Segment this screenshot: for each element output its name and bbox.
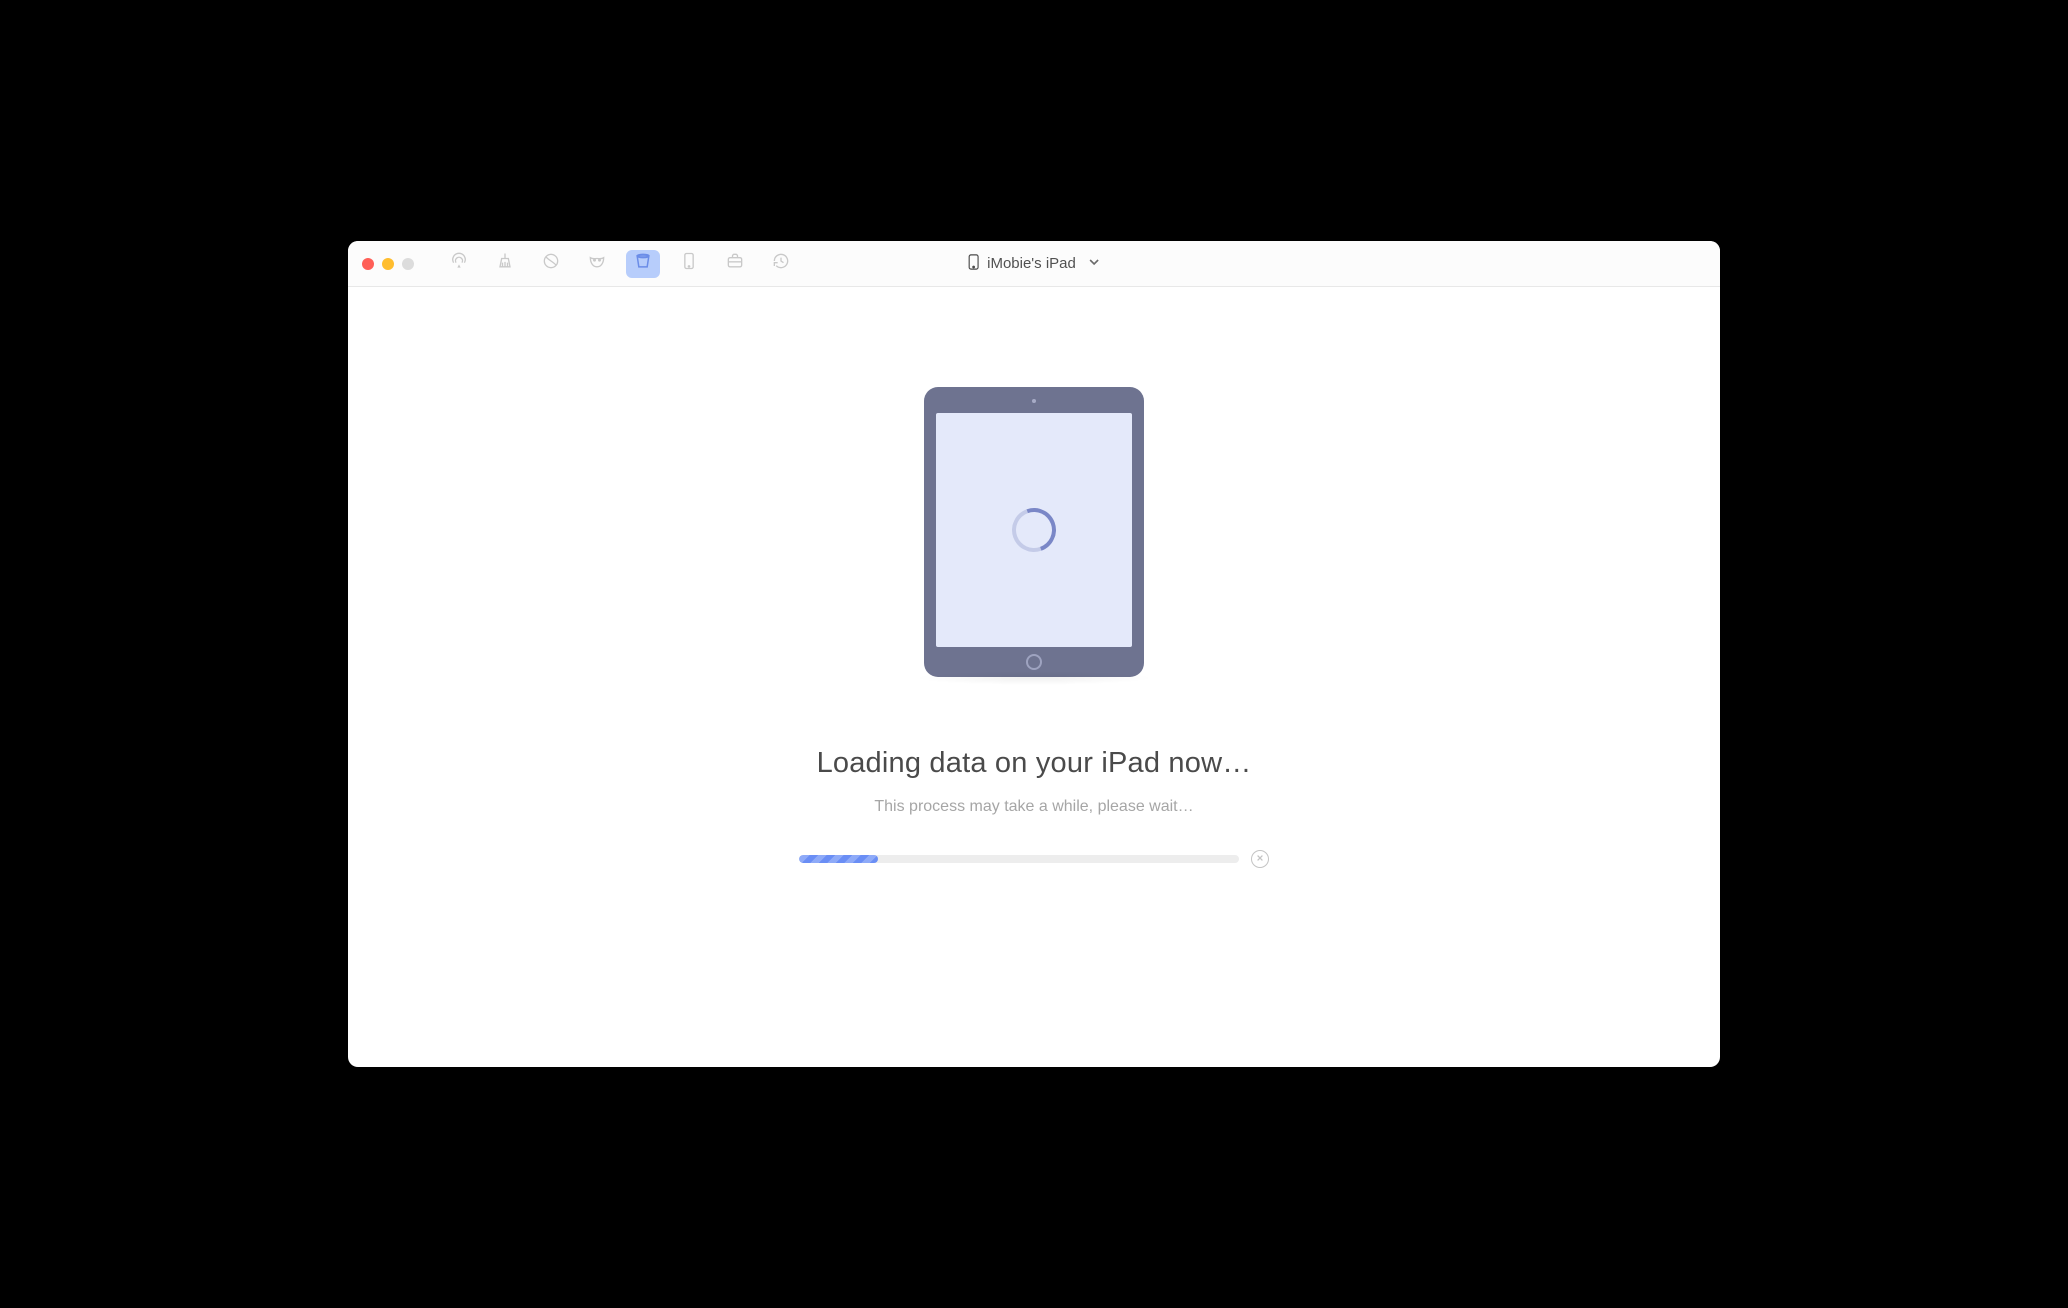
loading-title: Loading data on your iPad now…: [817, 747, 1252, 780]
progress-fill: [799, 855, 878, 863]
toolbar-privacy-button[interactable]: [580, 250, 614, 278]
toolbar-clean-button[interactable]: [488, 250, 522, 278]
toolbar: iMobie's iPad: [348, 241, 1720, 287]
chevron-down-icon: [1084, 255, 1100, 272]
window-controls: [362, 258, 414, 270]
ipad-illustration: [924, 387, 1144, 677]
tablet-icon: [679, 251, 699, 276]
briefcase-icon: [725, 251, 745, 276]
cancel-button[interactable]: [1251, 850, 1269, 868]
window-minimize-button[interactable]: [382, 258, 394, 270]
bucket-icon: [633, 251, 653, 276]
toolbar-globe-button[interactable]: [534, 250, 568, 278]
toolbar-airplay-button[interactable]: [442, 250, 476, 278]
toolbar-bucket-button[interactable]: [626, 250, 660, 278]
toolbar-toolbox-button[interactable]: [718, 250, 752, 278]
ipad-home-button: [1026, 654, 1042, 670]
progress-bar: [799, 855, 1239, 863]
history-icon: [771, 251, 791, 276]
airplay-icon: [449, 251, 469, 276]
device-selector[interactable]: iMobie's iPad: [968, 254, 1100, 274]
device-icon: [968, 254, 979, 274]
app-window: iMobie's iPad Loading data on your iPad …: [348, 241, 1720, 1067]
device-label: iMobie's iPad: [987, 255, 1076, 272]
loading-spinner-icon: [1005, 501, 1063, 559]
content-area: Loading data on your iPad now… This proc…: [348, 287, 1720, 1067]
toolbar-device-button[interactable]: [672, 250, 706, 278]
toolbar-history-button[interactable]: [764, 250, 798, 278]
globe-icon: [541, 251, 561, 276]
mask-icon: [587, 251, 607, 276]
loading-subtitle: This process may take a while, please wa…: [874, 798, 1193, 816]
ipad-camera-dot: [1032, 399, 1036, 403]
close-icon: [1256, 854, 1264, 865]
toolbar-icons: [442, 250, 798, 278]
ipad-shadow: [914, 671, 1154, 685]
progress-row: [799, 850, 1269, 868]
window-close-button[interactable]: [362, 258, 374, 270]
clean-icon: [495, 251, 515, 276]
window-maximize-button[interactable]: [402, 258, 414, 270]
